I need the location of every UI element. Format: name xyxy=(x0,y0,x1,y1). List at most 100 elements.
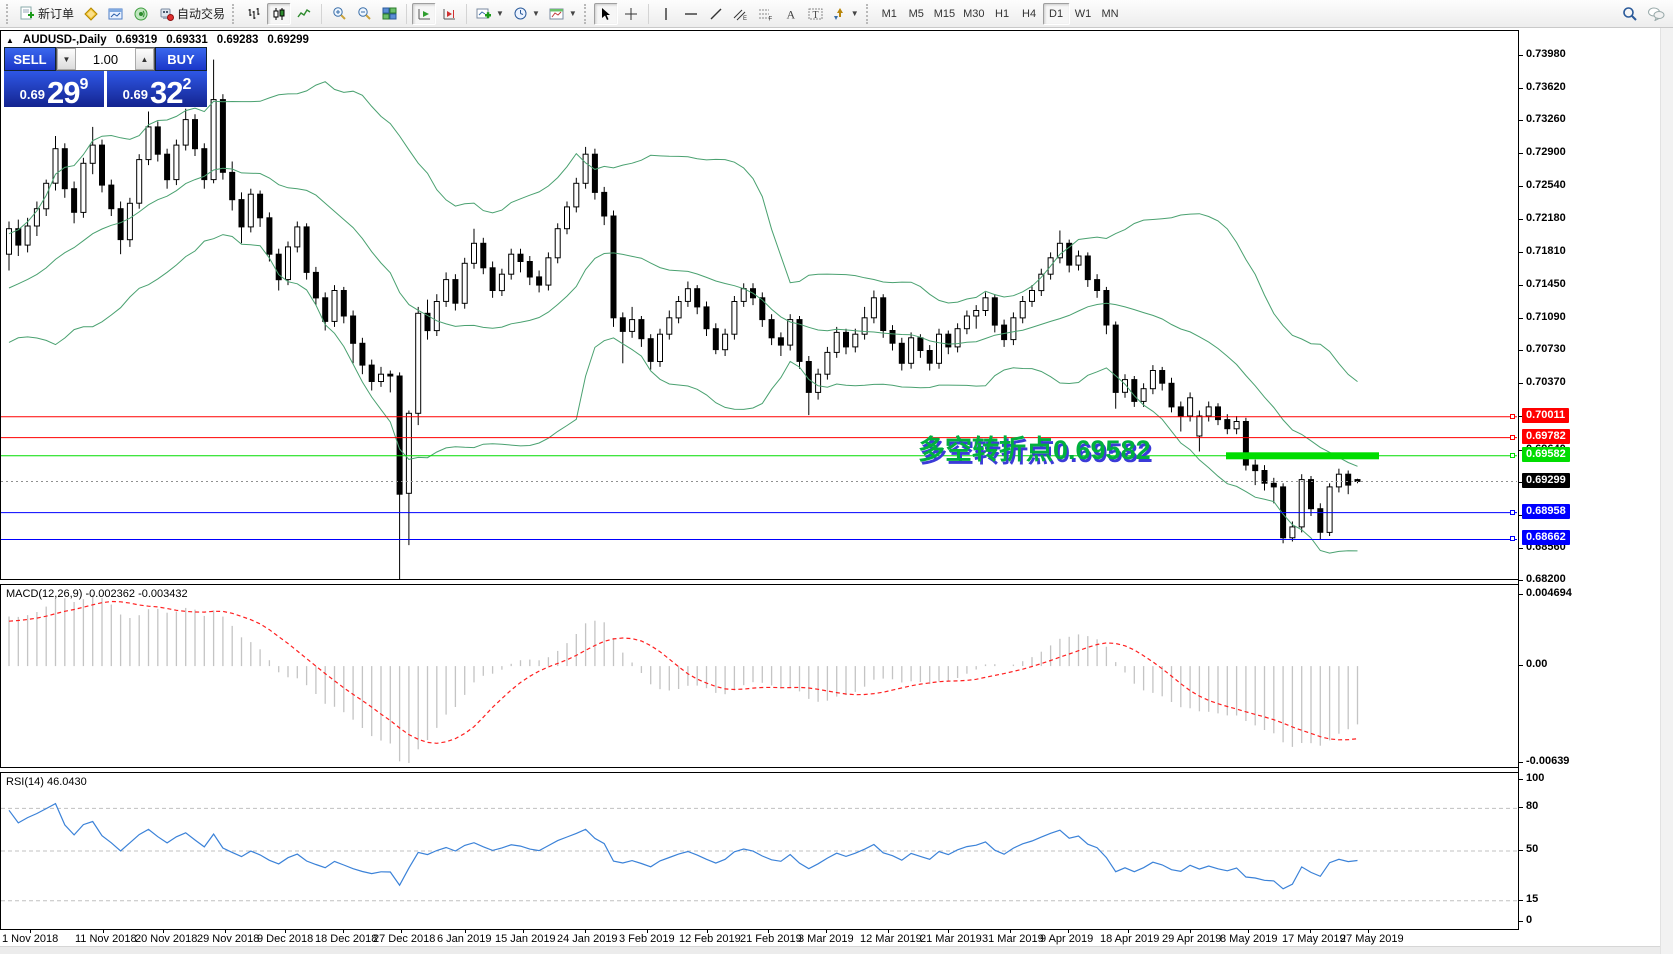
price-tick-label: 0.70370 xyxy=(1526,376,1566,388)
timeframe-button-m15[interactable]: M15 xyxy=(930,3,959,25)
svg-text:E: E xyxy=(743,16,747,21)
mt4-window: 新订单 自动交易 ▼ ▼ ▼ E F A T ▼ M1 M5 M15 M30 H… xyxy=(0,0,1673,954)
search-button[interactable] xyxy=(1618,3,1642,25)
periods-clock-icon xyxy=(514,7,527,20)
price-tick-label: 0.71450 xyxy=(1526,278,1566,290)
macd-panel[interactable]: MACD(12,26,9) -0.002362 -0.003432 xyxy=(0,584,1518,768)
timeframe-button-m30[interactable]: M30 xyxy=(959,3,988,25)
profiles-icon xyxy=(84,6,98,21)
volume-increase-button[interactable]: ▲ xyxy=(135,48,154,70)
new-order-button[interactable]: 新订单 xyxy=(16,3,78,25)
buy-price-main: 32 xyxy=(149,74,183,110)
date-label: 11 Nov 2018 xyxy=(75,933,137,945)
timeframe-button-m5[interactable]: M5 xyxy=(903,3,930,25)
rsi-tick-label: 100 xyxy=(1526,772,1545,784)
main-chart-panel[interactable] xyxy=(0,30,1518,580)
tile-windows-button[interactable] xyxy=(377,3,401,25)
arrows-icon xyxy=(833,7,843,20)
ohlc-low: 0.69283 xyxy=(216,34,259,46)
sell-button[interactable]: SELL xyxy=(4,47,56,71)
zoom-out-button[interactable] xyxy=(352,3,376,25)
new-order-icon xyxy=(20,6,34,20)
timeframe-button-d1[interactable]: D1 xyxy=(1042,2,1070,25)
horizontal-line-button[interactable] xyxy=(679,3,703,25)
new-chart-icon xyxy=(476,8,492,18)
date-axis[interactable]: 1 Nov 2018 11 Nov 2018 20 Nov 2018 29 Nov 2… xyxy=(0,930,1673,946)
chart-windows-icon xyxy=(108,8,123,19)
timeframe-group: M1 M5 M15 M30 H1 H4 D1 W1 MN xyxy=(876,2,1124,25)
auto-trading-button[interactable]: 自动交易 xyxy=(154,3,229,25)
price-tick-mark xyxy=(1519,120,1523,121)
rsi-tick-label: 15 xyxy=(1526,893,1539,905)
profiles-button[interactable] xyxy=(79,3,103,25)
chat-button[interactable] xyxy=(1643,3,1669,25)
date-label: 21 Feb 2019 xyxy=(740,933,802,945)
macd-chart[interactable] xyxy=(1,585,1517,767)
vertical-line-icon xyxy=(665,7,667,20)
text-label-button[interactable]: T xyxy=(804,3,828,25)
price-tick-mark xyxy=(1519,88,1523,89)
date-label: 17 May 2019 xyxy=(1282,933,1346,945)
candlestick-chart-button[interactable] xyxy=(267,2,292,25)
toolbar-grip[interactable] xyxy=(6,3,11,24)
signals-button[interactable] xyxy=(129,3,153,25)
new-order-label: 新订单 xyxy=(38,7,75,21)
date-label: 27 Dec 2018 xyxy=(373,933,436,945)
toolbar-grip[interactable] xyxy=(583,3,589,24)
equidistant-channel-button[interactable]: E xyxy=(729,3,753,25)
price-tick-mark xyxy=(1519,548,1523,549)
buy-price-button[interactable]: 0.69 32 2 xyxy=(107,71,207,110)
auto-scroll-button[interactable] xyxy=(412,2,437,25)
price-tick-mark xyxy=(1519,285,1523,286)
toolbar-grip[interactable] xyxy=(865,3,871,24)
volume-input[interactable]: 1.00 xyxy=(76,48,135,70)
macd-tick-label: 0.00 xyxy=(1526,658,1548,670)
zoom-in-button[interactable] xyxy=(327,3,351,25)
buy-button[interactable]: BUY xyxy=(155,47,207,71)
arrows-button[interactable]: ▼ xyxy=(829,3,863,25)
trendline-button[interactable] xyxy=(704,3,728,25)
hline-price-label: 0.68662 xyxy=(1522,530,1570,545)
collapse-arrow-icon[interactable]: ▲ xyxy=(6,36,14,45)
price-axis[interactable]: 0.73980 0.73620 0.73260 0.72900 0.72540 0.721… xyxy=(1510,30,1660,930)
hline-anchor-square xyxy=(1510,435,1515,440)
symbol-header: ▲ AUDUSD-,Daily 0.69319 0.69331 0.69283 … xyxy=(6,34,309,46)
crosshair-button[interactable] xyxy=(619,3,643,25)
macd-tick-mark xyxy=(1519,665,1523,666)
date-label: 21 Mar 2019 xyxy=(920,933,982,945)
volume-box: ▼ 1.00 ▲ xyxy=(56,47,155,71)
bar-chart-button[interactable] xyxy=(242,3,266,25)
text-button[interactable]: A xyxy=(779,3,803,25)
rsi-panel[interactable]: RSI(14) 46.0430 xyxy=(0,772,1518,930)
fibonacci-icon: F xyxy=(759,9,773,21)
volume-decrease-button[interactable]: ▼ xyxy=(57,48,76,70)
timeframe-button-h4[interactable]: H4 xyxy=(1016,3,1043,25)
bottom-strip xyxy=(0,946,1673,954)
periods-button[interactable]: ▼ xyxy=(509,3,544,25)
line-chart-button[interactable] xyxy=(292,3,316,25)
price-tick-mark xyxy=(1519,383,1523,384)
new-chart-button[interactable]: ▼ xyxy=(472,3,508,25)
toolbar-grip[interactable] xyxy=(232,3,237,24)
candlestick-chart[interactable] xyxy=(1,31,1517,579)
dropdown-caret: ▼ xyxy=(568,9,577,18)
timeframe-button-w1[interactable]: W1 xyxy=(1070,3,1097,25)
chart-shift-button[interactable] xyxy=(437,3,461,25)
templates-button[interactable]: ▼ xyxy=(545,3,581,25)
hline-price-label: 0.69582 xyxy=(1522,447,1570,462)
chart-annotation-text[interactable]: 多空转折点0.69582 xyxy=(918,428,1151,467)
vertical-line-button[interactable] xyxy=(654,3,678,25)
timeframe-button-m1[interactable]: M1 xyxy=(876,3,903,25)
rsi-chart[interactable] xyxy=(1,773,1517,929)
price-tick-mark xyxy=(1519,219,1523,220)
sell-price-button[interactable]: 0.69 29 9 xyxy=(4,71,104,108)
timeframe-button-mn[interactable]: MN xyxy=(1097,3,1124,25)
cursor-button[interactable] xyxy=(593,2,618,25)
fibonacci-button[interactable]: F xyxy=(754,3,778,25)
chart-windows-button[interactable] xyxy=(104,3,128,25)
timeframe-button-h1[interactable]: H1 xyxy=(989,3,1016,25)
ohlc-close: 0.69299 xyxy=(267,34,309,46)
date-label: 20 Nov 2018 xyxy=(135,933,198,945)
toolbar: 新订单 自动交易 ▼ ▼ ▼ E F A T ▼ M1 M5 M15 M30 H… xyxy=(0,0,1673,28)
price-tick-label: 0.72900 xyxy=(1526,146,1566,158)
